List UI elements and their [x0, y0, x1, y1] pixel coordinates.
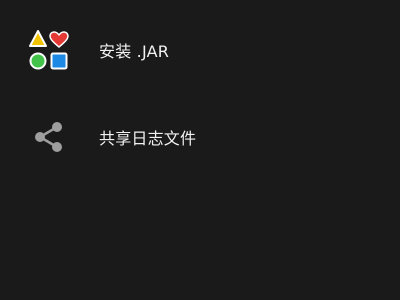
bottom-menu: 安装 .JAR 共享日志文件: [0, 0, 400, 300]
install-jar-item[interactable]: 安装 .JAR: [0, 14, 400, 86]
share-log-label: 共享日志文件: [99, 129, 197, 148]
install-jar-label: 安装 .JAR: [99, 42, 170, 61]
shapes-icon: [27, 28, 71, 72]
share-log-item[interactable]: 共享日志文件: [0, 101, 400, 173]
share-icon: [27, 115, 71, 159]
